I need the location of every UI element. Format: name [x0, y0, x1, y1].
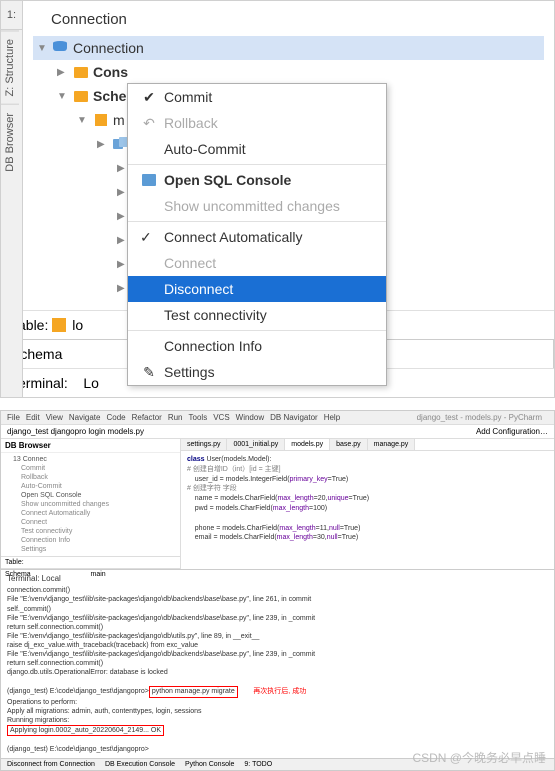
editor-tabs: settings.py 0001_initial.py models.py ba…: [181, 439, 554, 451]
chevron-right-icon: ▶: [97, 139, 109, 150]
watermark: CSDN @今晚务必早点睡: [412, 749, 546, 766]
menu-connect-auto[interactable]: ✓Connect Automatically: [128, 224, 386, 250]
chevron-down-icon: ▼: [77, 115, 89, 126]
ide-terminal[interactable]: Terminal: Local connection.commit() File…: [1, 569, 554, 758]
menu-disconnect[interactable]: Disconnect: [128, 276, 386, 302]
code-editor[interactable]: class User(models.Model): # 创建自增ID（int）[…: [181, 451, 554, 547]
tab-one[interactable]: 1:: [1, 1, 22, 30]
schema-icon: [93, 112, 109, 128]
ide-window: FileEditViewNavigateCodeRefactorRunTools…: [0, 410, 555, 771]
menu-settings[interactable]: ✎Settings: [128, 359, 386, 385]
check-icon: ✓: [140, 229, 158, 246]
rollback-icon: ↶: [140, 115, 158, 132]
mini-connection[interactable]: 13 Connec: [5, 455, 176, 464]
connection-context-menu: ✔Commit ↶Rollback Auto-Commit Open SQL C…: [127, 83, 387, 386]
tab-settings-py[interactable]: settings.py: [181, 439, 227, 450]
folder-icon: [73, 64, 89, 80]
console-icon: [140, 174, 158, 186]
tree-consoles[interactable]: ▶ Cons: [33, 60, 544, 84]
tab-structure[interactable]: Z: Structure: [1, 30, 19, 104]
ide-editor: settings.py 0001_initial.py models.py ba…: [181, 439, 554, 569]
commit-icon: ✔: [140, 89, 158, 106]
database-icon: [53, 40, 69, 56]
mini-tree: 13 Connec Commit Rollback Auto-Commit Op…: [1, 453, 180, 556]
tree-connection-root[interactable]: ▼ Connection: [33, 36, 544, 60]
chevron-right-icon: ▶: [57, 67, 69, 78]
menu-separator: [128, 164, 386, 165]
menu-commit[interactable]: ✔Commit: [128, 84, 386, 110]
panel-title: Connection: [33, 11, 544, 28]
tab-initial-py[interactable]: 0001_initial.py: [227, 439, 285, 450]
command-highlight: python manage.py migrate: [149, 686, 238, 697]
output-highlight: Applying login.0002_auto_20220604_2149..…: [7, 725, 164, 736]
ide-menubar[interactable]: FileEditViewNavigateCodeRefactorRunTools…: [1, 411, 554, 425]
db-browser-title: DB Browser: [1, 439, 180, 453]
terminal-value: Lo: [83, 375, 99, 391]
table-value: lo: [72, 317, 83, 333]
schemas-label: Sche: [93, 88, 126, 104]
settings-icon: ✎: [140, 364, 158, 381]
main-schema-label: m: [113, 112, 125, 128]
menu-auto-commit[interactable]: Auto-Commit: [128, 136, 386, 162]
db-browser-panel: 1: Z: Structure DB Browser Connection ▼ …: [0, 0, 555, 398]
menu-separator: [128, 330, 386, 331]
window-title: django_test - models.py - PyCharm: [417, 413, 542, 422]
tab-models-py[interactable]: models.py: [285, 439, 330, 450]
chevron-down-icon: ▼: [57, 91, 69, 102]
ide-breadcrumb: django_test djangopro login models.py Ad…: [1, 425, 554, 439]
menu-rollback: ↶Rollback: [128, 110, 386, 136]
connection-label: Connection: [73, 40, 144, 56]
menu-show-uncommitted: Show uncommitted changes: [128, 193, 386, 219]
menu-open-sql-console[interactable]: Open SQL Console: [128, 167, 386, 193]
menu-connect: Connect: [128, 250, 386, 276]
tab-db-browser[interactable]: DB Browser: [1, 104, 19, 180]
add-configuration-button[interactable]: Add Configuration…: [476, 427, 548, 436]
folder-icon: [73, 88, 89, 104]
menu-separator: [128, 221, 386, 222]
consoles-label: Cons: [93, 64, 128, 80]
annotation-text: 再次执行后, 成功: [253, 688, 306, 695]
ide-db-browser-panel: DB Browser 13 Connec Commit Rollback Aut…: [1, 439, 181, 569]
chevron-down-icon: ▼: [37, 43, 49, 54]
tab-base-py[interactable]: base.py: [330, 439, 368, 450]
menu-test-connectivity[interactable]: Test connectivity: [128, 302, 386, 328]
tab-manage-py[interactable]: manage.py: [368, 439, 416, 450]
table-icon: [52, 318, 66, 332]
left-tool-tabs: 1: Z: Structure DB Browser: [1, 1, 23, 397]
menu-connection-info[interactable]: Connection Info: [128, 333, 386, 359]
